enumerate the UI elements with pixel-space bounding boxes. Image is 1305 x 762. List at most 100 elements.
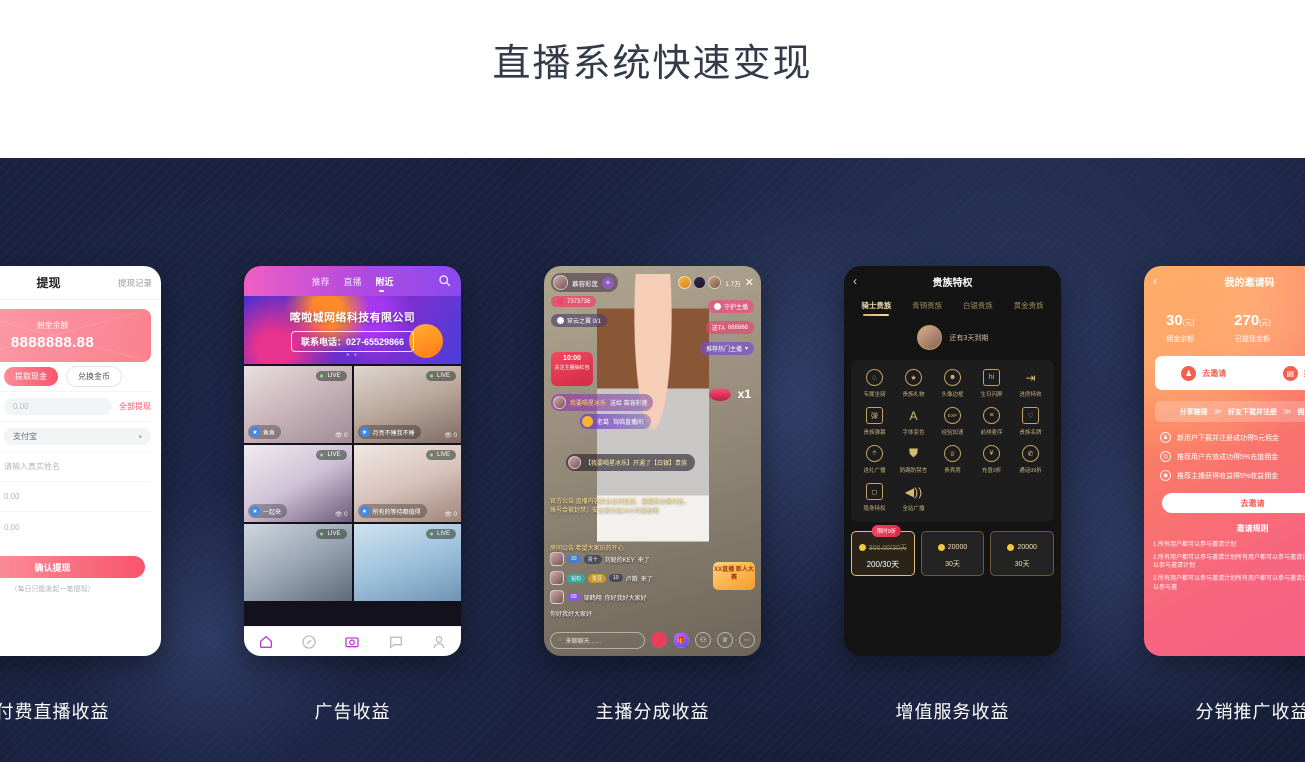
privilege-item[interactable]: ☻ 头像边框 <box>933 369 972 398</box>
privilege-item[interactable]: ♘ 专属坐骑 <box>855 369 894 398</box>
home-icon[interactable] <box>258 634 274 650</box>
live-card[interactable]: LIVE <box>353 524 461 601</box>
invite-cta-button[interactable]: 去邀请 <box>1162 493 1305 513</box>
close-icon[interactable]: ✕ <box>745 277 754 288</box>
method-cash-button[interactable]: 提取现金 <box>4 367 58 386</box>
new-price: 200/30天 <box>866 560 900 569</box>
privilege-item[interactable]: ♕ 贵宾席 <box>933 445 972 474</box>
gift-icon[interactable]: 🎁 <box>673 632 689 648</box>
wing-task-chip[interactable]: 穿云之翼 0/1 <box>551 314 608 327</box>
noble-title: 贵族特权 <box>932 277 973 289</box>
privilege-item[interactable]: ♡ 贵族名牌 <box>1011 407 1050 436</box>
privilege-item[interactable]: A 字体变色 <box>894 407 933 437</box>
discount-badge: 限时9折 <box>871 525 902 537</box>
account-name-input[interactable]: 请输入真实姓名 <box>4 461 151 472</box>
price-card[interactable]: 20000 30天 <box>990 531 1055 576</box>
price-card[interactable]: 20000 30天 <box>920 531 985 576</box>
benefit-item: ◎ 推荐用户充值成功得5%充值佣金 <box>1160 451 1305 462</box>
chat-input[interactable]: ◌ 来聊聊天…… <box>550 631 645 649</box>
phone-showcase: ‹ 提现 提现记录 佣金余额 8888888.88 提现方式 提取现金 兑换金币 <box>0 158 1305 762</box>
more-icon[interactable]: ⋯ <box>739 632 755 648</box>
record-icon[interactable] <box>651 632 667 648</box>
ad-banner[interactable]: 喀啦城网络科技有限公司 联系电话：027-65529866 • • <box>244 296 461 364</box>
account-number-input[interactable]: 0.00 <box>4 492 151 501</box>
account-select-value: 支付宝 <box>13 432 37 441</box>
compass-icon[interactable] <box>301 634 317 650</box>
avatar[interactable] <box>678 276 692 289</box>
share-icon[interactable]: ⚇ <box>695 632 711 648</box>
privilege-item[interactable]: hi 生日闪屏 <box>972 369 1011 398</box>
price-card-discounted[interactable]: 限时9折 300.00/30天 200/30天 <box>851 525 915 576</box>
privilege-label: 送礼广播 <box>863 468 886 474</box>
privilege-item[interactable]: ⌾ 送礼广播 <box>855 445 894 474</box>
stat-value: 270(元) <box>1234 312 1271 329</box>
privilege-item[interactable]: ⇥ 进房特效 <box>1011 369 1050 399</box>
back-icon[interactable]: ‹ <box>853 274 883 288</box>
method-coin-button[interactable]: 兑换金币 <box>66 366 122 387</box>
privilege-item[interactable]: 弹贵族弹幕 <box>855 407 894 436</box>
tab-bronze[interactable]: 青铜贵族 <box>912 300 942 316</box>
follow-button[interactable]: + <box>602 276 614 289</box>
privilege-item[interactable]: ¥ 充值9折 <box>972 445 1011 474</box>
coin-icon <box>1007 544 1015 551</box>
withdraw-action-button[interactable]: ▤ 提现 <box>1253 365 1305 381</box>
invite-action-button[interactable]: ♟ 去邀请 <box>1155 365 1253 381</box>
chat-user: 邹鹤翔 <box>583 595 602 602</box>
profile-icon[interactable] <box>431 634 447 650</box>
host-info[interactable]: 慕容彩莲 + <box>551 273 618 292</box>
live-card[interactable]: LIVE ★ 鱼鱼 👁 0 <box>244 366 352 443</box>
camera-icon[interactable] <box>344 634 360 650</box>
privilege-item[interactable]: ◀)) 全站广播 <box>894 483 933 513</box>
redpacket-widget[interactable]: 10:00 关注主播抽红包 <box>551 352 593 386</box>
withdraw-amount-input[interactable]: 0.00 <box>4 398 112 415</box>
tab-knight[interactable]: 骑士贵族 <box>861 300 891 316</box>
chat-message: 钻石 爱豆 10 卢娥 来了 <box>550 571 690 585</box>
confirm-withdraw-button[interactable]: 确认提现 <box>0 556 145 578</box>
send-gift-chip[interactable]: 送TA 668866 <box>705 321 754 334</box>
carousel-dots[interactable]: • • <box>244 353 461 359</box>
avatar[interactable] <box>708 276 722 289</box>
crown-icon <box>582 416 593 427</box>
privilege-item[interactable]: ◻ 隐身特权 <box>855 483 894 512</box>
event-badge[interactable]: XX直播 新人大赛 <box>713 562 755 590</box>
live-card[interactable]: LIVE ★ 所有的等待都值得 👁 0 <box>353 445 461 522</box>
guard-icon <box>713 303 721 310</box>
privilege-item[interactable]: ⛊ 防踢防禁言 <box>894 445 933 474</box>
search-icon[interactable] <box>438 274 451 287</box>
redpacket-timer: 10:00 <box>563 355 581 362</box>
referral-steps: 分享链接 ≫ 好友下载并注册 ≫ 佣金到账 <box>1155 401 1305 422</box>
referral-stats: 30(元) 佣金余额 270(元) 已提现金额 300(元) 累计佣金 <box>1144 296 1305 356</box>
privilege-item[interactable]: ★ 贵族礼物 <box>894 369 933 398</box>
anchor-name: 一起来 <box>263 509 282 516</box>
privileges-panel: ♘ 专属坐骑 ★ 贵族礼物 ☻ 头像边框 hi 生日闪屏 ⇥ 进房特效 弹贵族弹幕 A 字体… <box>851 360 1054 522</box>
tab-gold[interactable]: 黄金贵族 <box>1014 300 1044 316</box>
phone-mockup-withdraw: ‹ 提现 提现记录 佣金余额 8888888.88 提现方式 提取现金 兑换金币 <box>0 266 161 656</box>
avatar[interactable] <box>693 276 707 289</box>
live-card[interactable]: LIVE <box>244 524 352 601</box>
tab-nearby[interactable]: 附近 <box>376 275 394 292</box>
live-card[interactable]: LIVE ★ 一起来 👁 0 <box>244 445 352 522</box>
tab-silver[interactable]: 白银贵族 <box>963 300 993 316</box>
privilege-label: 字体变色 <box>902 430 925 436</box>
privilege-item[interactable]: EXP 经验加速 <box>933 407 972 436</box>
recommend-label: 推荐热门主播 <box>705 347 742 353</box>
message-icon[interactable] <box>388 634 404 650</box>
privilege-item[interactable]: ≡ 前排麦序 <box>972 407 1011 436</box>
privilege-item[interactable]: ✆ 通话99折 <box>1011 445 1050 474</box>
crown-icon[interactable]: ♕ <box>717 632 733 648</box>
live-card-name: ★ 一起来 <box>248 504 288 518</box>
recommend-dropdown[interactable]: 推荐热门主播 ▾ <box>699 342 754 355</box>
withdraw-records-link[interactable]: 提现记录 <box>108 277 152 289</box>
chat-list[interactable]: 20 贵十 刘聪的KEY 来了 钻石 爱豆 10 卢娥 来了 60 邹鹤翔 你好… <box>550 552 690 618</box>
withdraw-account-select[interactable]: 支付宝 ▾ <box>4 428 151 445</box>
ad-banner-title: 喀啦城网络科技有限公司 <box>289 311 416 324</box>
tab-recommend[interactable]: 推荐 <box>311 275 329 288</box>
live-card[interactable]: LIVE ★ 月亮不睡我不睡 👁 0 <box>353 366 461 443</box>
step-commission: 佣金到账 <box>1297 408 1305 416</box>
chat-user: 卢娥 <box>625 576 638 583</box>
gift-notification: 我要喝星冰乐 送给 慕容彩莲 <box>551 394 653 411</box>
withdraw-all-link[interactable]: 全部提现 <box>119 401 151 412</box>
back-icon[interactable]: ‹ <box>1153 274 1187 288</box>
tab-live[interactable]: 直播 <box>343 275 361 288</box>
guard-button[interactable]: 守护主播 <box>707 300 754 313</box>
